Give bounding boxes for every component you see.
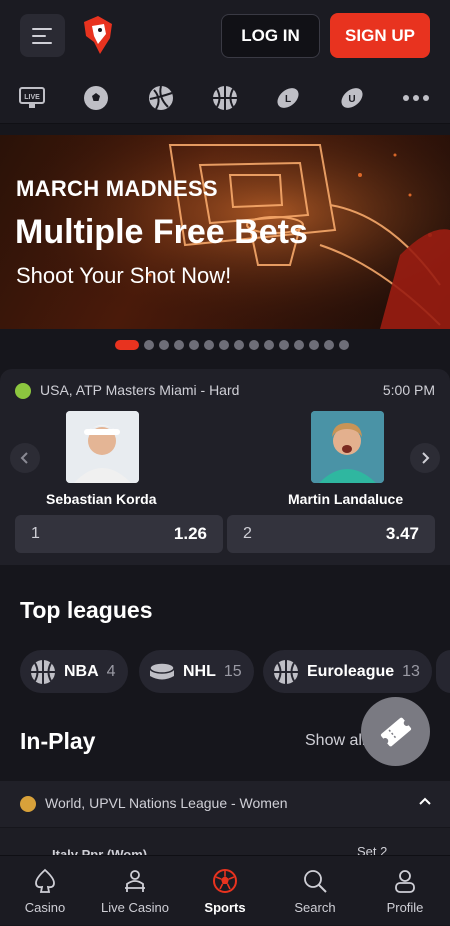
carousel-dot[interactable]: [219, 340, 229, 350]
hockey-puck-icon: [149, 661, 175, 679]
featured-match-card[interactable]: USA, ATP Masters Miami - Hard 5:00 PM Se…: [0, 369, 450, 565]
ticket-icon: [380, 717, 411, 746]
search-icon: [304, 870, 327, 893]
carousel-dot[interactable]: [115, 340, 139, 350]
live-icon[interactable]: LIVE: [18, 84, 46, 112]
nav-label: Profile: [386, 900, 424, 915]
carousel-dot[interactable]: [264, 340, 274, 350]
svg-text:U: U: [348, 94, 355, 105]
carousel-dot[interactable]: [204, 340, 214, 350]
banner-subtitle: MARCH MADNESS: [16, 176, 218, 201]
chip-count: 13: [402, 662, 420, 680]
banner-tagline: Shoot Your Shot Now!: [16, 263, 232, 288]
nav-label: Search: [294, 900, 336, 915]
menu-icon-bar: [32, 41, 52, 44]
league-chip-partial[interactable]: [436, 650, 450, 693]
odds-button-1[interactable]: 1 1.26: [15, 515, 223, 553]
american-football-icon[interactable]: U: [338, 84, 366, 112]
carousel-dot[interactable]: [339, 340, 349, 350]
volleyball-icon: [20, 796, 36, 812]
chip-label: Euroleague: [307, 662, 395, 680]
show-all-link[interactable]: Show all: [305, 732, 365, 750]
chevron-right-icon: [422, 452, 430, 464]
top-header: LOG IN SIGN UP: [0, 0, 450, 72]
next-arrow-button[interactable]: [410, 443, 440, 473]
soccer-icon[interactable]: [82, 84, 110, 112]
rugby-ball-icon[interactable]: L: [274, 84, 302, 112]
league-chip-euroleague[interactable]: Euroleague 13: [263, 650, 432, 693]
menu-icon-bar: [32, 34, 46, 37]
sports-nav: LIVE L U: [0, 72, 450, 124]
league-chip-nhl[interactable]: NHL 15: [139, 650, 254, 693]
menu-icon-bar: [32, 27, 52, 30]
nav-live-casino[interactable]: Live Casino: [90, 856, 180, 926]
nav-sports[interactable]: Sports: [180, 856, 270, 926]
player1-name: Sebastian Korda: [46, 491, 157, 507]
top-leagues-title: Top leagues: [20, 597, 153, 623]
carousel-dot[interactable]: [144, 340, 154, 350]
in-play-title: In-Play: [20, 728, 96, 754]
player2-name: Martin Landaluce: [288, 491, 404, 507]
carousel-dot[interactable]: [279, 340, 289, 350]
carousel-dot[interactable]: [309, 340, 319, 350]
nav-label: Sports: [204, 900, 246, 915]
betslip-fab-button[interactable]: [361, 697, 430, 766]
svg-text:L: L: [285, 94, 291, 105]
odds-value: 1.26: [173, 524, 207, 543]
odds-key: 2: [243, 525, 252, 542]
odds-value: 3.47: [385, 524, 419, 543]
carousel-dot[interactable]: [159, 340, 169, 350]
signup-button[interactable]: SIGN UP: [330, 13, 430, 58]
carousel-indicator: [115, 340, 349, 350]
basketball-icon[interactable]: [211, 84, 239, 112]
nav-label: Casino: [24, 900, 66, 915]
chevron-up-icon[interactable]: [418, 795, 432, 809]
nav-search[interactable]: Search: [270, 856, 360, 926]
dealer-icon: [125, 870, 145, 892]
nav-casino[interactable]: Casino: [0, 856, 90, 926]
menu-button[interactable]: [20, 14, 65, 57]
carousel-dot[interactable]: [324, 340, 334, 350]
volleyball-icon[interactable]: [147, 84, 175, 112]
carousel-dot[interactable]: [189, 340, 199, 350]
in-play-league-name: World, UPVL Nations League - Women: [45, 795, 288, 811]
carousel-dot[interactable]: [294, 340, 304, 350]
prev-arrow-button[interactable]: [10, 443, 40, 473]
soccer-ball-icon: [213, 869, 237, 893]
odds-button-2[interactable]: 2 3.47: [227, 515, 435, 553]
match-time: 5:00 PM: [382, 382, 435, 398]
login-button[interactable]: LOG IN: [221, 14, 320, 58]
basketball-icon: [274, 659, 298, 684]
in-play-league-row[interactable]: World, UPVL Nations League - Women: [0, 781, 450, 827]
chip-label: NBA: [64, 662, 99, 680]
tennis-ball-icon: [15, 383, 31, 399]
carousel-dot[interactable]: [249, 340, 259, 350]
bottom-navigation: Casino Live Casino Sports Search Profile: [0, 855, 450, 925]
promo-banner[interactable]: MARCH MADNESS Multiple Free Bets Shoot Y…: [0, 135, 450, 329]
spade-icon: [35, 868, 55, 893]
svg-text:LIVE: LIVE: [24, 94, 40, 101]
odds-key: 1: [31, 525, 40, 542]
carousel-dot[interactable]: [234, 340, 244, 350]
chip-label: NHL: [183, 662, 216, 680]
chevron-left-icon: [20, 452, 28, 464]
match-league: USA, ATP Masters Miami - Hard: [40, 382, 240, 398]
chip-count: 15: [223, 662, 242, 680]
chip-count: 4: [106, 662, 116, 680]
carousel-dot[interactable]: [174, 340, 184, 350]
nav-label: Live Casino: [101, 900, 169, 915]
player2-avatar: [311, 411, 384, 483]
user-icon: [395, 870, 415, 893]
brand-logo[interactable]: [80, 14, 116, 58]
banner-title: Multiple Free Bets: [15, 213, 308, 251]
player1-avatar: [66, 411, 139, 483]
more-icon[interactable]: [402, 84, 430, 112]
league-chip-nba[interactable]: NBA 4: [20, 650, 128, 693]
nav-profile[interactable]: Profile: [360, 856, 450, 926]
basketball-icon: [31, 659, 55, 684]
